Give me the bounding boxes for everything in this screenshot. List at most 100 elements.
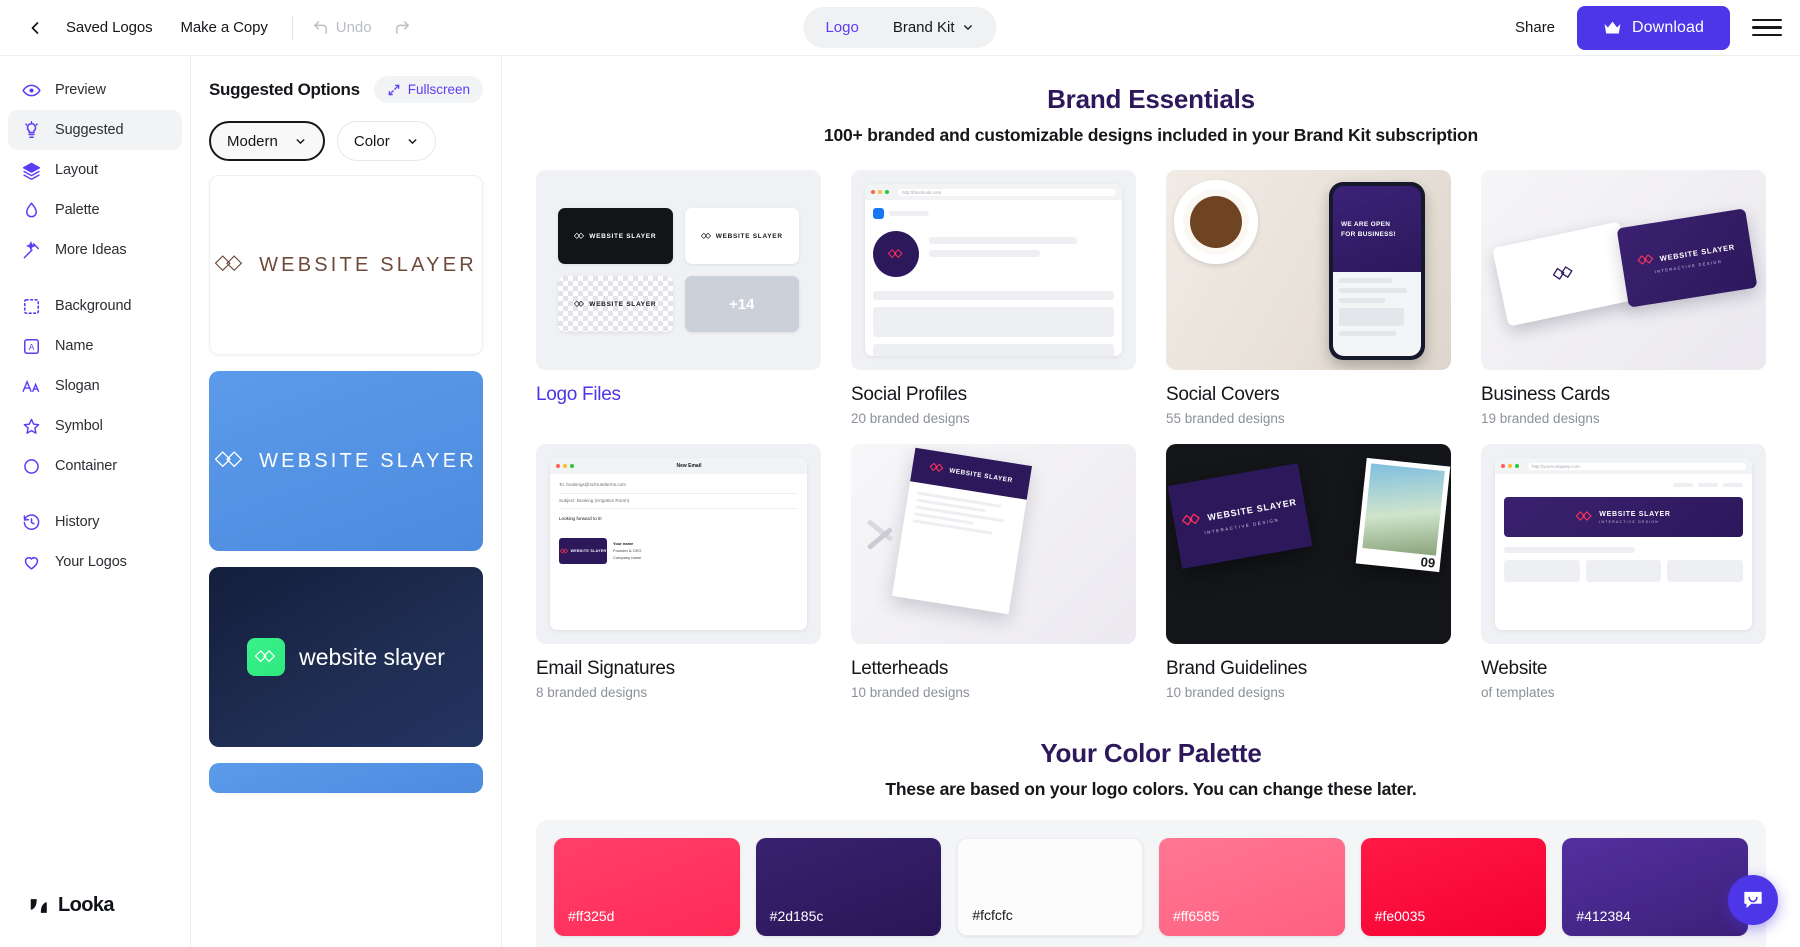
brand-essentials-title: Brand Essentials — [1047, 84, 1255, 114]
color-swatch[interactable]: #412384 — [1562, 838, 1748, 936]
facebook-icon — [873, 208, 884, 219]
email-subject-line: Subject: Booking (Irrigation Room) — [559, 497, 630, 503]
dotted-square-icon — [22, 297, 41, 316]
logo-variant-card[interactable]: WEBSITE SLAYER — [209, 371, 483, 551]
double-diamond-icon — [574, 232, 585, 239]
browser-mockup: http://facebook.com — [865, 184, 1122, 356]
tab-brand-kit[interactable]: Brand Kit — [877, 12, 991, 43]
hamburger-bar — [1752, 26, 1782, 29]
tile-logo-files[interactable]: WEBSITE SLAYER WEBSITE SLAYER WEBSITE SL… — [536, 170, 821, 426]
brand-essentials-grid: WEBSITE SLAYER WEBSITE SLAYER WEBSITE SL… — [536, 170, 1766, 700]
tile-thumbnail: http://yourcompany.com WEBSITE SLAYER IN… — [1481, 444, 1766, 644]
paper-clips-photo — [865, 514, 909, 558]
logo-wordmark: WEBSITE SLAYER — [589, 300, 657, 308]
tile-subtitle: 10 branded designs — [1166, 685, 1285, 700]
undo-button[interactable]: Undo — [303, 14, 381, 41]
color-swatch[interactable]: #ff325d — [554, 838, 740, 936]
sidebar-item-label: Preview — [55, 82, 106, 98]
double-diamond-icon — [574, 300, 585, 307]
expand-arrows-icon — [388, 84, 400, 95]
main-menu-button[interactable] — [1752, 13, 1782, 43]
tile-social-profiles[interactable]: http://facebook.com Social Profiles 20 b… — [851, 170, 1136, 426]
lightbulb-icon — [22, 120, 41, 140]
tile-website[interactable]: http://yourcompany.com WEBSITE SLAYER IN… — [1481, 444, 1766, 700]
logo-wordmark: WEBSITE SLAYER — [259, 253, 477, 276]
fullscreen-button[interactable]: Fullscreen — [373, 76, 483, 103]
placeholder-block — [1585, 560, 1662, 582]
polaroid-number: 09 — [1419, 554, 1436, 571]
style-filter-modern[interactable]: Modern — [209, 121, 325, 161]
tile-letterheads[interactable]: WEBSITE SLAYER Letterheads 10 branded de… — [851, 444, 1136, 700]
chat-support-button[interactable] — [1728, 875, 1778, 925]
divider — [559, 492, 798, 494]
sidebar-item-palette[interactable]: Palette — [8, 190, 182, 230]
sidebar-item-slogan[interactable]: Slogan — [8, 366, 182, 406]
color-swatch[interactable]: #2d185c — [755, 838, 942, 936]
looka-brand-footer: Looka — [0, 894, 190, 947]
back-button[interactable] — [18, 11, 52, 45]
svg-text:A: A — [29, 341, 35, 351]
logo-lockup: WEBSITE SLAYER — [574, 300, 656, 309]
looka-brand-name: Looka — [58, 894, 115, 916]
placeholder-line — [873, 291, 1114, 300]
sidebar-item-history[interactable]: History — [8, 502, 182, 542]
traffic-light-green — [570, 464, 574, 468]
logo-variant-list[interactable]: WEBSITE SLAYER WEBSITE SLAYER website sl — [191, 175, 501, 947]
sidebar-item-container[interactable]: Container — [8, 446, 182, 486]
placeholder-line — [1339, 288, 1408, 293]
sidebar-item-label: Name — [55, 338, 94, 354]
sidebar-item-suggested[interactable]: Suggested — [8, 110, 182, 150]
tile-brand-guidelines[interactable]: 09 WEBSITE SLAYER INTERACTIVE DESIGN Bra… — [1166, 444, 1451, 700]
color-swatch[interactable]: #ff6585 — [1159, 838, 1345, 936]
color-swatch[interactable]: #fe0035 — [1360, 838, 1547, 936]
saved-logos-link[interactable]: Saved Logos — [52, 19, 166, 36]
sidebar-item-name[interactable]: A Name — [8, 326, 182, 366]
double-diamond-icon — [929, 462, 944, 472]
business-card-scene: WEBSITE SLAYER INTERACTIVE DESIGN — [1481, 170, 1766, 370]
sidebar-item-more-ideas[interactable]: More Ideas — [8, 230, 182, 270]
sidebar-item-label: Your Logos — [55, 554, 127, 570]
tab-logo[interactable]: Logo — [809, 12, 874, 43]
sidebar-item-preview[interactable]: Preview — [8, 70, 182, 110]
browser-chrome-bar: http://yourcompany.com — [1495, 458, 1752, 474]
phone-feed — [1333, 272, 1421, 356]
share-button[interactable]: Share — [1493, 19, 1577, 36]
tile-title: Brand Guidelines — [1166, 658, 1307, 679]
logo-variant-card[interactable]: website slayer — [209, 567, 483, 747]
layers-icon — [22, 161, 41, 180]
tile-business-cards[interactable]: WEBSITE SLAYER INTERACTIVE DESIGN Busine… — [1481, 170, 1766, 426]
color-filter[interactable]: Color — [336, 121, 436, 161]
main-content: Brand Essentials 100+ branded and custom… — [502, 56, 1800, 947]
double-diamond-icon — [1552, 266, 1573, 280]
letterhead-sheet: WEBSITE SLAYER — [891, 447, 1033, 615]
sidebar-item-symbol[interactable]: Symbol — [8, 406, 182, 446]
double-diamond-icon — [1576, 511, 1593, 521]
browser-chrome-bar: New Email — [550, 458, 807, 474]
tile-thumbnail: New Email To: bookings@schrutefarms.com … — [536, 444, 821, 644]
letterhead-scene: WEBSITE SLAYER — [851, 444, 1136, 644]
chevron-down-icon — [296, 138, 305, 144]
sidebar-item-label: Layout — [55, 162, 98, 178]
sidebar-item-label: More Ideas — [55, 242, 127, 258]
style-filter-modern-label: Modern — [227, 132, 278, 150]
make-a-copy-link[interactable]: Make a Copy — [166, 19, 281, 36]
tile-social-covers[interactable]: WE ARE OPEN FOR BUSINESS! Social Covers … — [1166, 170, 1451, 426]
logo-badge — [247, 638, 286, 676]
tile-subtitle: of templates — [1481, 685, 1555, 700]
heart-icon — [22, 553, 41, 572]
logo-variant-card[interactable]: WEBSITE SLAYER — [209, 175, 483, 355]
download-button[interactable]: Download — [1577, 5, 1730, 50]
tile-thumbnail: WE ARE OPEN FOR BUSINESS! — [1166, 170, 1451, 370]
logo-wordmark: WEBSITE SLAYER — [948, 466, 1014, 484]
placeholder-line — [889, 211, 929, 216]
sidebar-item-layout[interactable]: Layout — [8, 150, 182, 190]
redo-button[interactable] — [385, 14, 420, 41]
tile-email-signatures[interactable]: New Email To: bookings@schrutefarms.com … — [536, 444, 821, 700]
signature-details: Your name Founder & CEO Company name — [613, 540, 642, 560]
sidebar-item-your-logos[interactable]: Your Logos — [8, 542, 182, 582]
looka-logo-icon — [30, 898, 47, 913]
toolbar-divider — [291, 15, 293, 40]
sidebar-item-background[interactable]: Background — [8, 286, 182, 326]
logo-variant-card[interactable] — [209, 763, 483, 793]
color-swatch[interactable]: #fcfcfc — [957, 838, 1143, 936]
